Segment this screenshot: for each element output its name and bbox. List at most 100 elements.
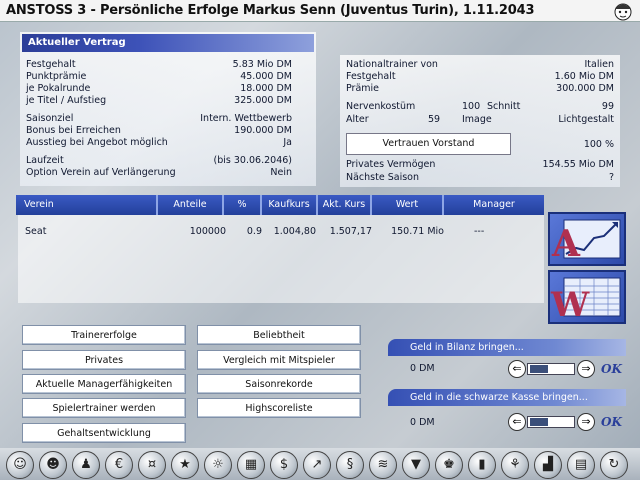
statistics-table-button[interactable]: W — [548, 270, 626, 325]
contract-row-bonus: Bonus bei Erreichen 190.000 DM — [26, 125, 292, 136]
transfer-icon[interactable]: € — [105, 451, 133, 479]
column-percent[interactable]: % — [224, 195, 262, 215]
bilanz-amount: 0 DM — [410, 363, 435, 374]
highscoreliste-button[interactable]: Highscoreliste — [197, 398, 361, 418]
statistics-icon[interactable]: ▮ — [468, 451, 496, 479]
national-label: Image — [462, 114, 492, 125]
contract-label: je Titel / Aufstieg — [26, 95, 107, 106]
contract-value: Ja — [283, 137, 292, 148]
stock-market-icon[interactable]: ▟ — [534, 451, 562, 479]
spielertrainer-button[interactable]: Spielertrainer werden — [22, 398, 186, 418]
column-wert[interactable]: Wert — [372, 195, 444, 215]
statistics-table-icon: W — [550, 277, 621, 325]
contract-row-titel: je Titel / Aufstieg 325.000 DM — [26, 95, 292, 106]
tactics-board-icon[interactable]: ♟ — [72, 451, 100, 479]
finance-icon[interactable]: ¤ — [138, 451, 166, 479]
bilanz-slider[interactable] — [527, 363, 575, 375]
kasse-ok-button[interactable]: OK — [601, 415, 622, 429]
kasse-slider[interactable] — [527, 416, 575, 428]
national-row-praemie: Prämie 300.000 DM — [346, 83, 614, 94]
bilanz-ok-button[interactable]: OK — [601, 362, 622, 376]
bilanz-decrease-button[interactable]: ⇐ — [508, 360, 526, 378]
national-value: Lichtgestalt — [558, 114, 614, 125]
national-label: Privates Vermögen — [346, 159, 436, 170]
national-label: Festgehalt — [346, 71, 396, 82]
contract-row-punktpraemie: Punktprämie 45.000 DM — [26, 71, 292, 82]
trust-value: 100 % — [583, 139, 614, 150]
national-row-festgehalt: Festgehalt 1.60 Mio DM — [346, 71, 614, 82]
face-icon[interactable] — [612, 1, 634, 21]
contract-row-saisonziel: Saisonziel Intern. Wettbewerb — [26, 113, 292, 124]
money-icon[interactable]: $ — [270, 451, 298, 479]
slider-thumb[interactable] — [530, 365, 548, 373]
sponsor-icon[interactable]: § — [336, 451, 364, 479]
kasse-decrease-button[interactable]: ⇐ — [508, 413, 526, 431]
contract-row-option: Option Verein auf Verlängerung Nein — [26, 167, 292, 178]
privates-button[interactable]: Privates — [22, 350, 186, 370]
kasse-increase-button[interactable]: ⇒ — [577, 413, 595, 431]
column-anteile[interactable]: Anteile — [158, 195, 224, 215]
settings-icon[interactable]: ☼ — [204, 451, 232, 479]
contract-value: 190.000 DM — [234, 125, 292, 136]
saisonrekorde-button[interactable]: Saisonrekorde — [197, 374, 361, 394]
cell-wert: 150.71 Mio — [391, 226, 444, 237]
trust-board-button[interactable]: Vertrauen Vorstand — [346, 133, 511, 155]
column-kaufkurs[interactable]: Kaufkurs — [262, 195, 318, 215]
contract-label: Laufzeit — [26, 155, 64, 166]
contract-label: je Pokalrunde — [26, 83, 91, 94]
contract-value: (bis 30.06.2046) — [213, 155, 292, 166]
national-row-trainer: Nationaltrainer von Italien — [346, 59, 614, 70]
national-label: Alter — [346, 114, 369, 125]
cell-percent: 0.9 — [246, 226, 262, 237]
column-manager[interactable]: Manager — [444, 195, 544, 215]
cell-anteile: 100000 — [189, 226, 226, 237]
cell-akt-kurs: 1.507,17 — [329, 226, 372, 237]
press-icon[interactable]: ▼ — [402, 451, 430, 479]
stocks-icon[interactable]: ↗ — [303, 451, 331, 479]
svg-text:A: A — [551, 223, 581, 264]
contract-label: Festgehalt — [26, 59, 76, 70]
contract-row-ausstieg: Ausstieg bei Angebot möglich Ja — [26, 137, 292, 148]
contract-value: 18.000 DM — [240, 83, 292, 94]
contract-label: Punktprämie — [26, 71, 87, 82]
exit-icon[interactable]: ↻ — [600, 451, 628, 479]
trainer-icon[interactable]: ♚ — [435, 451, 463, 479]
contract-value: Intern. Wettbewerb — [200, 113, 292, 124]
national-value: 99 — [601, 101, 614, 112]
national-row-alter: Alter 59 Image Lichtgestalt — [346, 114, 614, 125]
kasse-amount: 0 DM — [410, 417, 435, 428]
bilanz-increase-button[interactable]: ⇒ — [577, 360, 595, 378]
youth-icon[interactable]: ⚘ — [501, 451, 529, 479]
national-value: ? — [608, 172, 614, 183]
contract-row-pokalrunde: je Pokalrunde 18.000 DM — [26, 83, 292, 94]
slider-thumb[interactable] — [530, 418, 548, 426]
cell-kaufkurs: 1.004,80 — [273, 226, 316, 237]
contract-row-laufzeit: Laufzeit (bis 30.06.2046) — [26, 155, 292, 166]
contract-value: 325.000 DM — [234, 95, 292, 106]
beliebtheit-button[interactable]: Beliebtheit — [197, 325, 361, 345]
cell-verein: Seat — [25, 226, 47, 237]
calendar-icon[interactable]: ▦ — [237, 451, 265, 479]
window-title: ANSTOSS 3 - Persönliche Erfolge Markus S… — [6, 3, 535, 18]
news-icon[interactable]: ▤ — [567, 451, 595, 479]
stock-chart-button[interactable]: A — [548, 212, 626, 266]
stock-table-header: Verein Anteile % Kaufkurs Akt. Kurs Wert… — [16, 195, 544, 215]
contract-header: Aktueller Vertrag — [22, 34, 314, 52]
contract-label: Bonus bei Erreichen — [26, 125, 121, 136]
team-icon[interactable]: ☻ — [39, 451, 67, 479]
column-verein[interactable]: Verein — [16, 195, 158, 215]
national-value: 300.000 DM — [556, 83, 614, 94]
national-value: 154.55 Mio DM — [542, 159, 614, 170]
vergleich-button[interactable]: Vergleich mit Mitspieler — [197, 350, 361, 370]
person-icon[interactable]: ☺ — [6, 451, 34, 479]
trainererfolge-button[interactable]: Trainererfolge — [22, 325, 186, 345]
column-akt-kurs[interactable]: Akt. Kurs — [318, 195, 372, 215]
national-row-nerven: Nervenkostüm 100 Schnitt 99 — [346, 101, 614, 112]
flags-icon[interactable]: ≋ — [369, 451, 397, 479]
managerfaehigkeiten-button[interactable]: Aktuelle Managerfähigkeiten — [22, 374, 186, 394]
stock-chart-icon: A — [551, 219, 621, 265]
national-value: 1.60 Mio DM — [554, 71, 614, 82]
gehaltsentwicklung-button[interactable]: Gehaltsentwicklung — [22, 423, 186, 443]
national-label: Schnitt — [487, 101, 521, 112]
success-icon[interactable]: ★ — [171, 451, 199, 479]
